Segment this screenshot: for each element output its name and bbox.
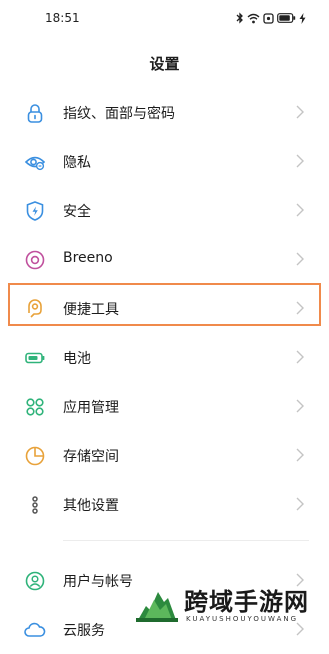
watermark-logo-icon <box>134 580 180 628</box>
settings-item-label: 云服务 <box>63 623 105 639</box>
chevron-right-icon <box>295 202 305 218</box>
status-bar: 18:51 <box>0 0 329 38</box>
chevron-right-icon <box>295 496 305 512</box>
more-dots-icon <box>24 494 46 516</box>
settings-item-label: Breeno <box>63 250 113 266</box>
watermark: 跨域手游网 KUAYUSHOUYOUWANG <box>126 574 326 629</box>
battery-status-icon <box>277 13 296 23</box>
chevron-right-icon <box>295 398 305 414</box>
bluetooth-icon <box>236 12 243 24</box>
settings-item-label: 安全 <box>63 204 91 220</box>
settings-item-breeno[interactable]: Breeno <box>0 235 329 284</box>
status-icons <box>236 10 306 26</box>
user-icon <box>24 570 46 592</box>
settings-item-security[interactable]: 安全 <box>0 186 329 235</box>
privacy-eye-icon <box>24 151 46 173</box>
settings-item-app-management[interactable]: 应用管理 <box>0 382 329 431</box>
watermark-text: 跨域手游网 <box>184 588 309 616</box>
chevron-right-icon <box>295 447 305 463</box>
chevron-right-icon <box>295 251 305 267</box>
highlight-box <box>8 283 321 326</box>
chevron-right-icon <box>295 153 305 169</box>
status-time: 18:51 <box>45 11 80 25</box>
settings-item-fingerprint-face-password[interactable]: 指纹、面部与密码 <box>0 88 329 137</box>
settings-item-label: 存储空间 <box>63 449 119 465</box>
storage-pie-icon <box>24 445 46 467</box>
settings-item-label: 应用管理 <box>63 400 119 416</box>
wifi-icon <box>247 13 260 23</box>
settings-item-label: 指纹、面部与密码 <box>63 106 175 122</box>
settings-item-privacy[interactable]: 隐私 <box>0 137 329 186</box>
breeno-circle-icon <box>24 249 46 271</box>
watermark-subtext: KUAYUSHOUYOUWANG <box>186 615 299 623</box>
settings-item-label: 隐私 <box>63 155 91 171</box>
lock-icon <box>24 102 46 124</box>
nfc-icon <box>263 12 274 24</box>
chevron-right-icon <box>295 104 305 120</box>
settings-item-battery[interactable]: 电池 <box>0 333 329 382</box>
settings-item-label: 其他设置 <box>63 498 119 514</box>
settings-item-storage[interactable]: 存储空间 <box>0 431 329 480</box>
chevron-right-icon <box>295 349 305 365</box>
cloud-icon <box>24 619 46 641</box>
settings-item-other-settings[interactable]: 其他设置 <box>0 480 329 529</box>
settings-item-label: 用户与帐号 <box>63 574 133 590</box>
settings-item-label: 电池 <box>63 351 91 367</box>
battery-icon <box>24 347 46 369</box>
page-title: 设置 <box>149 55 180 73</box>
apps-grid-icon <box>24 396 46 418</box>
charging-icon <box>299 12 306 24</box>
shield-bolt-icon <box>24 200 46 222</box>
section-divider <box>63 540 309 541</box>
